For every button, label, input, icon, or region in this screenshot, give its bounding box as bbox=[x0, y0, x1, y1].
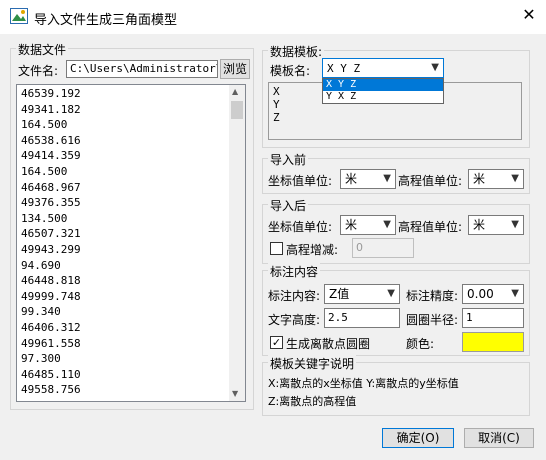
keywords-line-1: X:离散点的x坐标值 Y:离散点的y坐标值 bbox=[268, 377, 459, 390]
scroll-down-icon[interactable]: ▼ bbox=[232, 389, 238, 398]
preview-line-x: X bbox=[273, 85, 280, 98]
annotation-group-label: 标注内容 bbox=[268, 263, 321, 280]
before-elev-unit-select[interactable]: 米 ▼ bbox=[468, 169, 524, 189]
chevron-down-icon: ▼ bbox=[511, 288, 519, 299]
gen-circle-label: 生成离散点圆圈 bbox=[286, 337, 371, 351]
color-swatch[interactable] bbox=[462, 332, 524, 352]
before-import-group-label: 导入前 bbox=[268, 151, 309, 168]
list-item[interactable]: 46538.616 bbox=[21, 134, 81, 147]
list-item[interactable]: 46468.967 bbox=[21, 181, 81, 194]
template-option-xyz[interactable]: X Y Z bbox=[323, 79, 443, 91]
data-list[interactable]: 46539.192 49341.182 164.500 46538.616 49414.… bbox=[16, 84, 246, 402]
annotation-content-select[interactable]: Z值 ▼ bbox=[324, 284, 400, 304]
preview-line-y: Y bbox=[273, 98, 280, 111]
list-item[interactable]: 49558.756 bbox=[21, 383, 81, 396]
before-coord-unit-value: 米 bbox=[345, 172, 358, 186]
chevron-down-icon: ▼ bbox=[511, 219, 519, 230]
list-item[interactable]: 97.300 bbox=[21, 352, 61, 365]
check-icon: ✓ bbox=[271, 336, 282, 349]
text-height-field[interactable]: 2.5 bbox=[324, 308, 400, 328]
list-item[interactable]: 164.500 bbox=[21, 118, 67, 131]
data-file-group-label: 数据文件 bbox=[16, 41, 69, 58]
close-button[interactable]: ✕ bbox=[518, 4, 540, 26]
after-elev-unit-value: 米 bbox=[473, 218, 486, 232]
before-elev-unit-label: 高程值单位: bbox=[398, 174, 463, 188]
window-title: 导入文件生成三角面模型 bbox=[34, 13, 178, 28]
after-import-group-label: 导入后 bbox=[268, 197, 309, 214]
list-scrollbar[interactable]: ▲ ▼ bbox=[229, 85, 245, 401]
list-item[interactable]: 49943.299 bbox=[21, 243, 81, 256]
text-height-label: 文字高度: bbox=[268, 313, 321, 327]
template-dropdown-list[interactable]: X Y Z Y X Z bbox=[322, 78, 444, 104]
after-coord-unit-label: 坐标值单位: bbox=[268, 220, 333, 234]
gen-circle-checkbox[interactable]: ✓ bbox=[270, 336, 283, 349]
annotation-precision-select[interactable]: 0.00 ▼ bbox=[462, 284, 524, 304]
list-item[interactable]: 164.500 bbox=[21, 165, 67, 178]
after-elev-unit-label: 高程值单位: bbox=[398, 220, 463, 234]
scroll-up-icon[interactable]: ▲ bbox=[232, 87, 238, 96]
list-item[interactable]: 49341.182 bbox=[21, 103, 81, 116]
browse-button[interactable]: 浏览 bbox=[220, 59, 250, 79]
cancel-button[interactable]: 取消(C) bbox=[464, 428, 534, 448]
list-item[interactable]: 46406.312 bbox=[21, 321, 81, 334]
after-coord-unit-value: 米 bbox=[345, 218, 358, 232]
before-elev-unit-value: 米 bbox=[473, 172, 486, 186]
preview-line-z: Z bbox=[273, 111, 280, 124]
elev-adjust-checkbox[interactable] bbox=[270, 242, 283, 255]
template-group-label: 数据模板: bbox=[268, 43, 325, 60]
list-item[interactable]: 49376.355 bbox=[21, 196, 81, 209]
before-coord-unit-label: 坐标值单位: bbox=[268, 174, 333, 188]
annotation-precision-label: 标注精度: bbox=[406, 289, 459, 303]
list-item[interactable]: 99.340 bbox=[21, 305, 61, 318]
after-coord-unit-select[interactable]: 米 ▼ bbox=[340, 215, 396, 235]
ok-button[interactable]: 确定(O) bbox=[382, 428, 454, 448]
list-item[interactable]: 46485.110 bbox=[21, 368, 81, 381]
app-icon bbox=[10, 8, 28, 24]
list-item[interactable]: 134.500 bbox=[21, 212, 67, 225]
template-option-yxz[interactable]: Y X Z bbox=[323, 91, 443, 103]
annotation-precision-value: 0.00 bbox=[467, 287, 494, 301]
template-combo-value: X Y Z bbox=[327, 62, 361, 75]
color-label: 颜色: bbox=[406, 337, 435, 351]
keywords-group-label: 模板关键字说明 bbox=[268, 355, 357, 372]
elev-adjust-field[interactable]: 0 bbox=[352, 238, 414, 258]
annotation-content-value: Z值 bbox=[329, 287, 350, 301]
list-item[interactable]: 46448.818 bbox=[21, 274, 81, 287]
chevron-down-icon: ▼ bbox=[431, 62, 439, 73]
elev-adjust-label: 高程增减: bbox=[286, 243, 339, 257]
template-combo[interactable]: X Y Z ▼ bbox=[322, 58, 444, 78]
list-item[interactable]: 94.690 bbox=[21, 259, 61, 272]
keywords-line-2: Z:离散点的高程值 bbox=[268, 395, 357, 408]
chevron-down-icon: ▼ bbox=[387, 288, 395, 299]
before-coord-unit-select[interactable]: 米 ▼ bbox=[340, 169, 396, 189]
list-item[interactable]: 46507.321 bbox=[21, 227, 81, 240]
list-item[interactable]: 49414.359 bbox=[21, 149, 81, 162]
chevron-down-icon: ▼ bbox=[383, 173, 391, 184]
file-name-label: 文件名: bbox=[18, 64, 59, 78]
circle-radius-label: 圆圈半径: bbox=[406, 313, 459, 327]
circle-radius-field[interactable]: 1 bbox=[462, 308, 524, 328]
list-item[interactable]: 49999.748 bbox=[21, 290, 81, 303]
template-name-label: 模板名: bbox=[270, 64, 311, 78]
after-elev-unit-select[interactable]: 米 ▼ bbox=[468, 215, 524, 235]
list-item[interactable]: 49961.558 bbox=[21, 337, 81, 350]
list-item[interactable]: 46539.192 bbox=[21, 87, 81, 100]
scroll-thumb[interactable] bbox=[231, 101, 243, 119]
annotation-content-label: 标注内容: bbox=[268, 289, 321, 303]
chevron-down-icon: ▼ bbox=[383, 219, 391, 230]
chevron-down-icon: ▼ bbox=[511, 173, 519, 184]
file-name-field[interactable]: C:\Users\Administrator\D bbox=[66, 60, 218, 78]
